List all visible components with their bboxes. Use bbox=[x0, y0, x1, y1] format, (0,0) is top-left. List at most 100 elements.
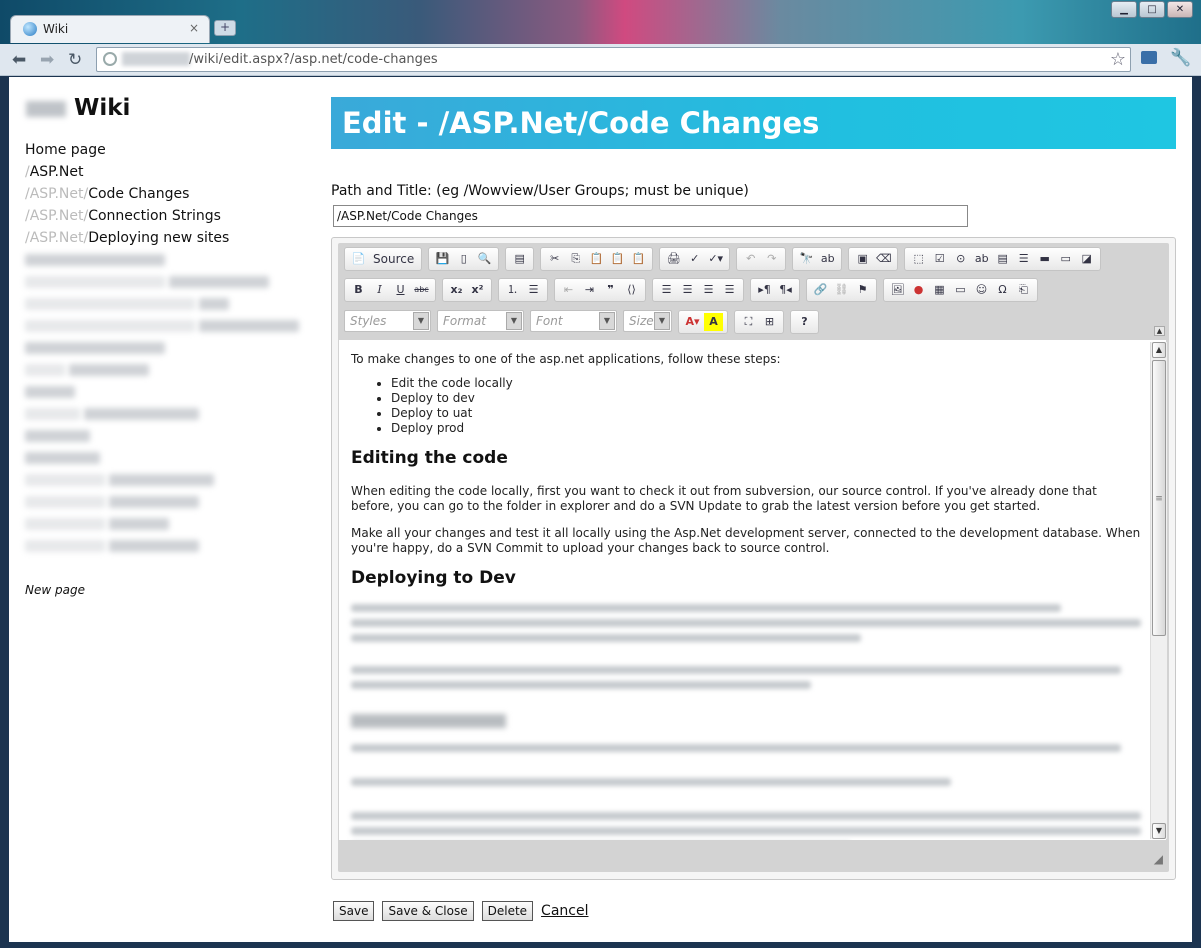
find-icon[interactable]: 🔭 bbox=[797, 250, 816, 268]
wrench-icon[interactable]: 🔧 bbox=[1170, 48, 1191, 68]
new-page-icon[interactable]: ▯ bbox=[454, 250, 473, 268]
path-title-input[interactable] bbox=[333, 205, 968, 227]
unlink-icon[interactable]: ⛓ bbox=[832, 281, 851, 299]
sidebar-item-blurred[interactable] bbox=[25, 337, 315, 359]
radio-icon[interactable]: ⊙ bbox=[951, 250, 970, 268]
close-window-button[interactable]: ✕ bbox=[1167, 1, 1193, 18]
select-all-icon[interactable]: ▣ bbox=[853, 250, 872, 268]
justify-icon[interactable]: ☰ bbox=[720, 281, 739, 299]
styles-dropdown[interactable]: Styles ▼ bbox=[344, 310, 431, 332]
page-break-icon[interactable]: ⎗ bbox=[1014, 281, 1033, 299]
paste-word-icon[interactable]: 📋 bbox=[629, 250, 648, 268]
sidebar-item-blurred[interactable] bbox=[25, 359, 315, 381]
browser-tab[interactable]: Wiki × bbox=[10, 15, 210, 43]
paste-text-icon[interactable]: 📋 bbox=[608, 250, 627, 268]
button-field-icon[interactable]: ▬ bbox=[1035, 250, 1054, 268]
image-button-icon[interactable]: ▭ bbox=[1056, 250, 1075, 268]
checkbox-icon[interactable]: ☑ bbox=[930, 250, 949, 268]
sidebar-item-blurred[interactable] bbox=[25, 447, 315, 469]
cancel-link[interactable]: Cancel bbox=[541, 903, 588, 919]
editor-scrollbar[interactable]: ▲ ≡ ▼ bbox=[1150, 342, 1167, 839]
new-page-link[interactable]: New page bbox=[25, 583, 85, 597]
spellcheck-dropdown-icon[interactable]: ✓▾ bbox=[706, 250, 725, 268]
sidebar-item-blurred[interactable] bbox=[25, 425, 315, 447]
scroll-down-icon[interactable]: ▼ bbox=[1152, 823, 1166, 839]
copy-icon[interactable]: ⎘ bbox=[566, 250, 585, 268]
minimize-button[interactable]: ▁ bbox=[1111, 1, 1137, 18]
save-icon[interactable]: 💾 bbox=[433, 250, 452, 268]
align-left-icon[interactable]: ☰ bbox=[657, 281, 676, 299]
new-tab-button[interactable]: + bbox=[214, 20, 236, 36]
sidebar-item-blurred[interactable] bbox=[25, 469, 315, 491]
sidebar-item-blurred[interactable] bbox=[25, 271, 315, 293]
sidebar-item-connection-strings[interactable]: /ASP.Net/Connection Strings bbox=[25, 205, 315, 227]
close-tab-icon[interactable]: × bbox=[189, 21, 199, 35]
forward-icon[interactable]: ➡ bbox=[40, 50, 54, 70]
sidebar-item-blurred[interactable] bbox=[25, 491, 315, 513]
textarea-icon[interactable]: ▤ bbox=[993, 250, 1012, 268]
sidebar-item-home[interactable]: Home page bbox=[25, 139, 315, 161]
star-icon[interactable]: ☆ bbox=[1110, 49, 1126, 70]
flash-icon[interactable]: ● bbox=[909, 281, 928, 299]
form-icon[interactable]: ⬚ bbox=[909, 250, 928, 268]
underline-icon[interactable]: U bbox=[391, 281, 410, 299]
bold-icon[interactable]: B bbox=[349, 281, 368, 299]
back-icon[interactable]: ⬅ bbox=[12, 50, 26, 70]
strikethrough-icon[interactable]: abc bbox=[412, 281, 431, 299]
paste-icon[interactable]: 📋 bbox=[587, 250, 606, 268]
save-close-button[interactable]: Save & Close bbox=[382, 901, 474, 921]
rtl-icon[interactable]: ¶◂ bbox=[776, 281, 795, 299]
maximize-button[interactable]: □ bbox=[1139, 1, 1165, 18]
sidebar-item-aspnet[interactable]: /ASP.Net bbox=[25, 161, 315, 183]
editor-content[interactable]: To make changes to one of the asp.net ap… bbox=[339, 340, 1166, 840]
align-center-icon[interactable]: ☰ bbox=[678, 281, 697, 299]
bg-color-icon[interactable]: A bbox=[704, 313, 723, 331]
collapse-toolbar-icon[interactable]: ▲ bbox=[1154, 326, 1165, 336]
spellcheck-icon[interactable]: ✓ bbox=[685, 250, 704, 268]
anchor-icon[interactable]: ⚑ bbox=[853, 281, 872, 299]
cut-icon[interactable]: ✂ bbox=[545, 250, 564, 268]
sidebar-item-deploying[interactable]: /ASP.Net/Deploying new sites bbox=[25, 227, 315, 249]
replace-icon[interactable]: ab bbox=[818, 250, 837, 268]
mail-icon[interactable] bbox=[1141, 51, 1157, 64]
textfield-icon[interactable]: ab bbox=[972, 250, 991, 268]
show-blocks-icon[interactable]: ⊞ bbox=[760, 313, 779, 331]
reload-icon[interactable]: ↻ bbox=[68, 50, 82, 70]
smiley-icon[interactable]: ☺ bbox=[972, 281, 991, 299]
image-icon[interactable]: 🖼 bbox=[888, 281, 907, 299]
format-dropdown[interactable]: Format ▼ bbox=[437, 310, 524, 332]
font-dropdown[interactable]: Font ▼ bbox=[530, 310, 617, 332]
sidebar-item-blurred[interactable] bbox=[25, 513, 315, 535]
hidden-field-icon[interactable]: ◪ bbox=[1077, 250, 1096, 268]
blockquote-icon[interactable]: ❞ bbox=[601, 281, 620, 299]
numbered-list-icon[interactable]: ⒈ bbox=[503, 281, 522, 299]
table-icon[interactable]: ▦ bbox=[930, 281, 949, 299]
link-icon[interactable]: 🔗 bbox=[811, 281, 830, 299]
address-bar[interactable]: /wiki/edit.aspx?/asp.net/code-changes ☆ bbox=[96, 47, 1131, 72]
horizontal-rule-icon[interactable]: ▭ bbox=[951, 281, 970, 299]
redo-icon[interactable]: ↷ bbox=[762, 250, 781, 268]
sidebar-item-blurred[interactable] bbox=[25, 293, 315, 315]
scroll-up-icon[interactable]: ▲ bbox=[1152, 342, 1166, 358]
indent-icon[interactable]: ⇥ bbox=[580, 281, 599, 299]
sidebar-item-blurred[interactable] bbox=[25, 403, 315, 425]
sidebar-item-blurred[interactable] bbox=[25, 249, 315, 271]
print-icon[interactable]: 🖨 bbox=[664, 250, 683, 268]
outdent-icon[interactable]: ⇤ bbox=[559, 281, 578, 299]
align-right-icon[interactable]: ☰ bbox=[699, 281, 718, 299]
size-dropdown[interactable]: Size ▼ bbox=[623, 310, 672, 332]
scroll-thumb[interactable]: ≡ bbox=[1152, 360, 1166, 636]
preview-icon[interactable]: 🔍 bbox=[475, 250, 494, 268]
maximize-icon[interactable]: ⛶ bbox=[739, 313, 758, 331]
ltr-icon[interactable]: ▸¶ bbox=[755, 281, 774, 299]
sidebar-item-blurred[interactable] bbox=[25, 315, 315, 337]
save-button[interactable]: Save bbox=[333, 901, 375, 921]
div-container-icon[interactable]: ⟨⟩ bbox=[622, 281, 641, 299]
superscript-icon[interactable]: x² bbox=[468, 281, 487, 299]
subscript-icon[interactable]: x₂ bbox=[447, 281, 466, 299]
italic-icon[interactable]: I bbox=[370, 281, 389, 299]
sidebar-item-code-changes[interactable]: /ASP.Net/Code Changes bbox=[25, 183, 315, 205]
sidebar-item-blurred[interactable] bbox=[25, 535, 315, 557]
remove-format-icon[interactable]: ⌫ bbox=[874, 250, 893, 268]
undo-icon[interactable]: ↶ bbox=[741, 250, 760, 268]
